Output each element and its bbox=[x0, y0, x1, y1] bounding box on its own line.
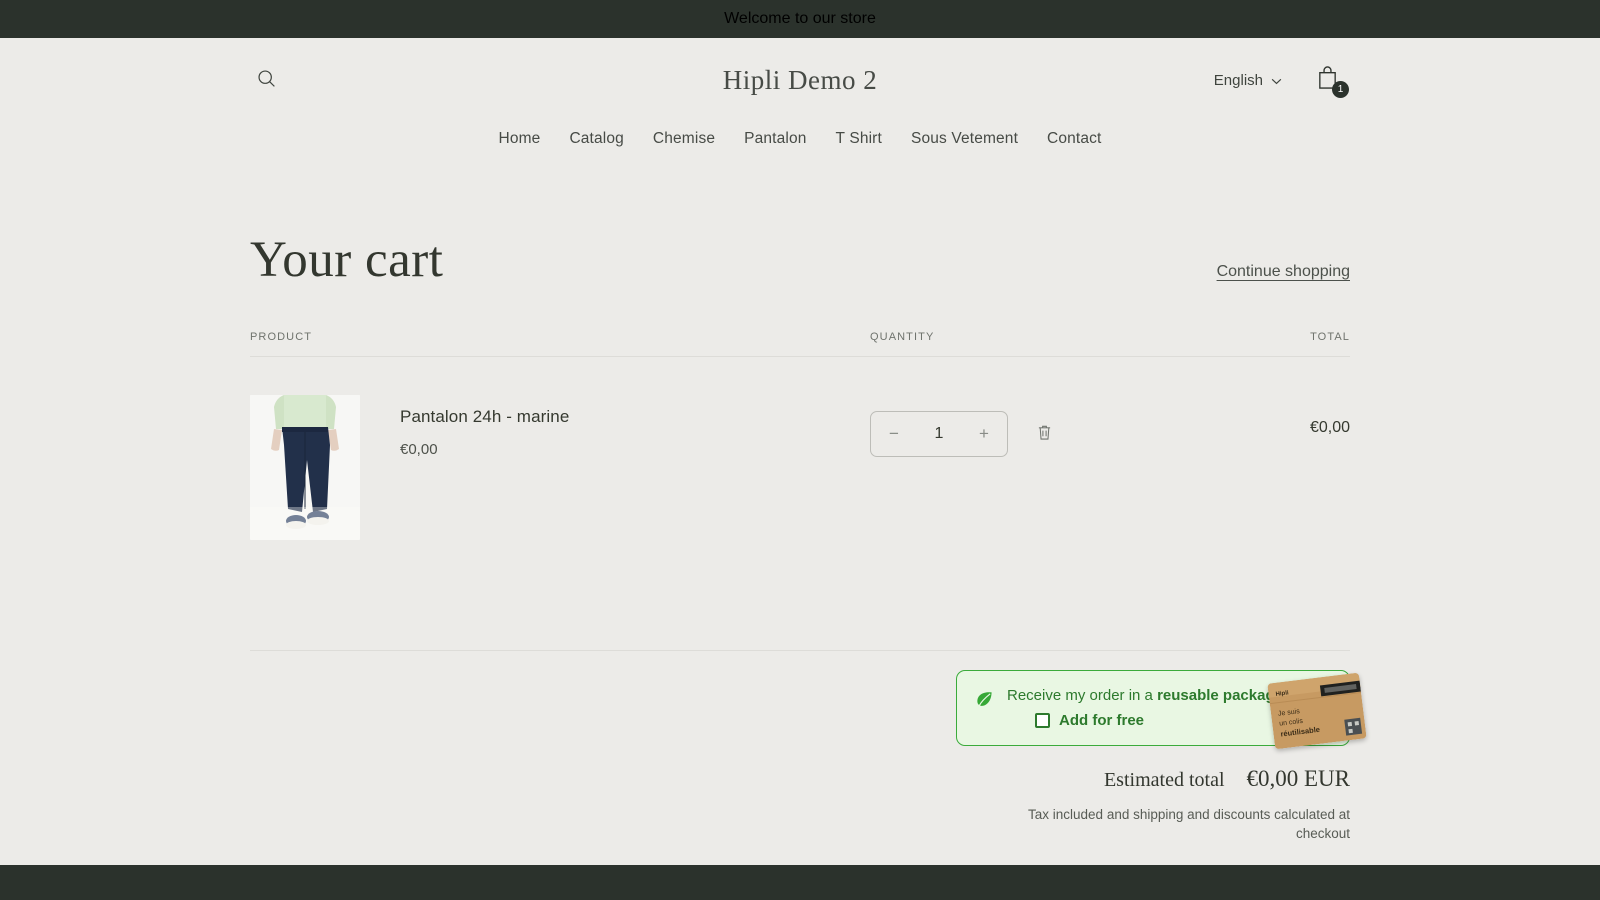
product-info: Pantalon 24h - marine €0,00 bbox=[400, 395, 569, 540]
nav-item-sous-vetement[interactable]: Sous Vetement bbox=[911, 130, 1018, 148]
cart-header: Your cart Continue shopping bbox=[250, 231, 1350, 303]
nav-item-home[interactable]: Home bbox=[498, 130, 540, 148]
nav-item-contact[interactable]: Contact bbox=[1047, 130, 1101, 148]
cart-section: Your cart Continue shopping PRODUCT QUAN… bbox=[250, 158, 1367, 900]
cart-table-header: PRODUCT QUANTITY TOTAL bbox=[250, 303, 1350, 357]
column-header-product: PRODUCT bbox=[250, 331, 313, 343]
site-title[interactable]: Hipli Demo 2 bbox=[0, 65, 1600, 96]
quantity-input[interactable]: 1 bbox=[917, 425, 961, 443]
language-label: English bbox=[1213, 71, 1263, 89]
column-header-quantity: QUANTITY bbox=[870, 331, 935, 343]
product-thumbnail[interactable] bbox=[250, 395, 360, 540]
line-total: €0,00 bbox=[1309, 419, 1350, 436]
nav-item-pantalon[interactable]: Pantalon bbox=[744, 130, 806, 148]
nav-item-t-shirt[interactable]: T Shirt bbox=[836, 130, 882, 148]
leaf-icon bbox=[975, 690, 994, 714]
nav-item-catalog[interactable]: Catalog bbox=[569, 130, 623, 148]
product-name[interactable]: Pantalon 24h - marine bbox=[400, 407, 569, 427]
packaging-image: Hipli Je suis un colis réutilisable bbox=[1267, 672, 1367, 750]
add-for-free-checkbox[interactable] bbox=[1035, 713, 1050, 729]
page-title: Your cart bbox=[250, 232, 444, 288]
cart-button[interactable]: 1 bbox=[1312, 64, 1349, 98]
quantity-stepper: − 1 + bbox=[870, 411, 1008, 457]
estimated-total-row: Estimated total €0,00 EUR bbox=[1104, 766, 1350, 792]
reusable-packaging-banner[interactable]: Receive my order in a reusable packaging… bbox=[956, 670, 1367, 750]
column-header-total: TOTAL bbox=[1310, 331, 1350, 343]
cart-line-item: Pantalon 24h - marine €0,00 − 1 + €0,00 bbox=[250, 357, 1350, 540]
nav-item-chemise[interactable]: Chemise bbox=[653, 130, 715, 148]
language-selector[interactable]: English bbox=[1214, 72, 1282, 89]
quantity-increase-button[interactable]: + bbox=[961, 412, 1007, 456]
product-price: €0,00 bbox=[400, 441, 438, 458]
announcement-text: Welcome to our store bbox=[724, 10, 876, 27]
tax-note: Tax included and shipping and discounts … bbox=[1028, 807, 1350, 842]
add-for-free-label: Add for free bbox=[1059, 712, 1145, 730]
site-header: Hipli Demo 2 English 1 bbox=[0, 38, 1600, 122]
quantity-cell: − 1 + bbox=[870, 395, 1230, 540]
header-actions: English 1 bbox=[1214, 64, 1349, 98]
remove-item-button[interactable] bbox=[1030, 411, 1058, 457]
main-navigation: Home Catalog Chemise Pantalon T Shirt So… bbox=[0, 122, 1600, 158]
product-cell: Pantalon 24h - marine €0,00 bbox=[250, 395, 870, 540]
estimated-total-value: €0,00 EUR bbox=[1246, 766, 1351, 792]
estimated-total-label: Estimated total bbox=[1103, 769, 1225, 792]
trash-icon bbox=[1037, 424, 1052, 444]
eco-text-prefix: Receive my order in a bbox=[1007, 687, 1158, 704]
continue-shopping-link[interactable]: Continue shopping bbox=[1217, 263, 1350, 281]
chevron-down-icon bbox=[1271, 72, 1282, 89]
quantity-decrease-button[interactable]: − bbox=[871, 412, 917, 456]
cart-summary: Receive my order in a reusable packaging… bbox=[250, 651, 1367, 900]
announcement-bar: Welcome to our store bbox=[0, 0, 1600, 38]
footer-bar bbox=[0, 865, 1600, 900]
